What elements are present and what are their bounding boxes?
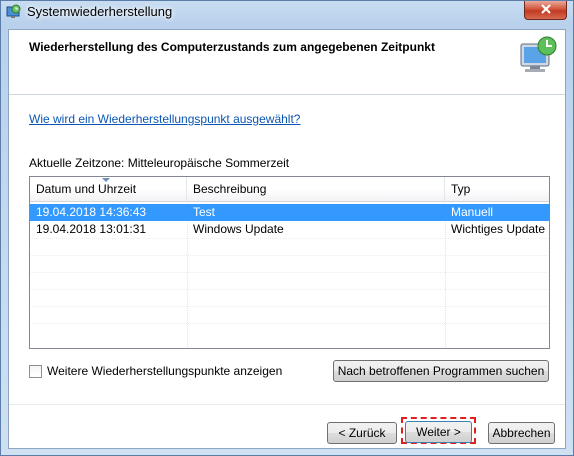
sort-arrow-icon [102, 178, 110, 182]
table-row-selected[interactable]: 19.04.2018 14:36:43 Test Manuell [30, 204, 549, 221]
system-restore-window: Systemwiederherstellung Wiederherstellun… [0, 0, 574, 456]
row-type: Manuell [451, 205, 494, 219]
cancel-button[interactable]: Abbrechen [488, 422, 555, 444]
window-title: Systemwiederherstellung [27, 4, 173, 19]
row-gridline [30, 272, 549, 273]
footer-separator [9, 404, 565, 405]
row-gridline [30, 306, 549, 307]
dialog-header: Wiederherstellung des Computerzustands z… [9, 30, 565, 88]
restore-points-list[interactable]: Datum und Uhrzeit Beschreibung Typ 19.04… [29, 176, 550, 349]
list-header: Datum und Uhrzeit Beschreibung Typ [30, 177, 549, 202]
close-button[interactable] [524, 1, 567, 20]
system-restore-app-icon [5, 4, 21, 20]
timezone-label: Aktuelle Zeitzone: Mitteleuropäische Som… [29, 156, 290, 170]
row-gridline [30, 323, 549, 324]
next-button[interactable]: Weiter > [405, 421, 472, 443]
system-restore-header-icon [515, 34, 559, 78]
column-header-type[interactable]: Typ [445, 177, 549, 201]
header-separator [9, 94, 565, 95]
row-date: 19.04.2018 13:01:31 [36, 222, 147, 236]
back-button[interactable]: < Zurück [327, 422, 397, 444]
row-gridline [30, 255, 549, 256]
show-more-restore-points[interactable]: Weitere Wiederherstellungspunkte anzeige… [29, 364, 282, 378]
help-link-restore-point[interactable]: Wie wird ein Wiederherstellungspunkt aus… [29, 112, 300, 126]
show-more-checkbox[interactable] [29, 364, 42, 378]
row-type: Wichtiges Update [451, 222, 546, 236]
column-header-description[interactable]: Beschreibung [187, 177, 445, 201]
page-heading: Wiederherstellung des Computerzustands z… [29, 40, 435, 54]
close-icon [540, 3, 552, 17]
title-bar[interactable]: Systemwiederherstellung [1, 1, 573, 23]
row-gridline [30, 238, 549, 239]
dialog-content: Wiederherstellung des Computerzustands z… [8, 29, 566, 449]
row-gridline [30, 289, 549, 290]
table-row[interactable]: 19.04.2018 13:01:31 Windows Update Wicht… [30, 221, 549, 238]
search-affected-programs-button[interactable]: Nach betroffenen Programmen suchen [333, 360, 549, 382]
row-description: Windows Update [193, 222, 284, 236]
row-description: Test [193, 205, 216, 219]
show-more-label: Weitere Wiederherstellungspunkte anzeige… [47, 364, 283, 378]
row-date: 19.04.2018 14:36:43 [36, 205, 147, 219]
